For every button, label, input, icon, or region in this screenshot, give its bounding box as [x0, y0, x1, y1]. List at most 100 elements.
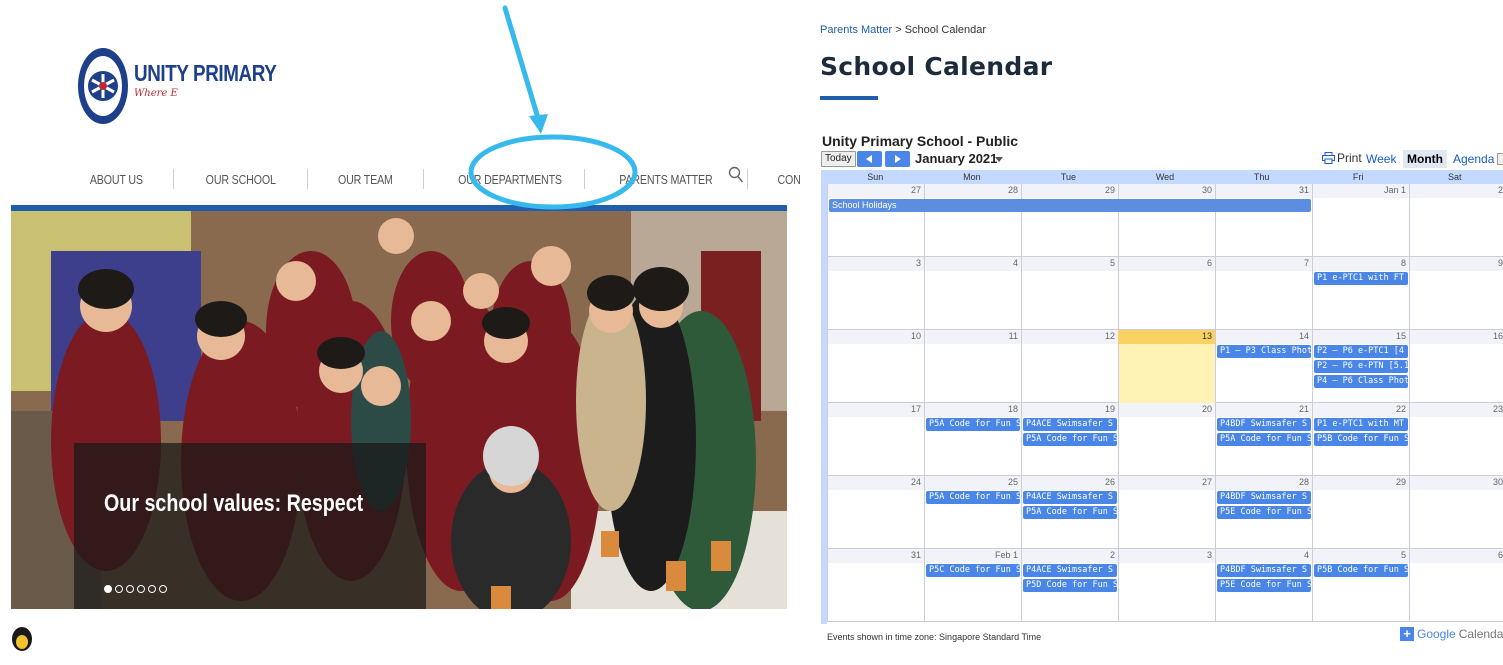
- breadcrumb-separator: >: [892, 24, 905, 36]
- prev-month-button[interactable]: [857, 151, 882, 167]
- day-number[interactable]: 28: [924, 185, 1021, 195]
- day-number[interactable]: 22: [1312, 404, 1409, 414]
- calendar-event[interactable]: P5A Code for Fun S: [1023, 433, 1117, 446]
- tab-week[interactable]: Week: [1362, 150, 1400, 168]
- calendar-event[interactable]: P5B Code for Fun S: [1314, 564, 1408, 577]
- day-number[interactable]: 16: [1409, 331, 1503, 341]
- day-number[interactable]: 6: [1118, 258, 1215, 268]
- school-calendar-panel: Parents Matter > School Calendar School …: [800, 0, 1503, 665]
- day-number[interactable]: 25: [924, 477, 1021, 487]
- day-number[interactable]: 5: [1312, 550, 1409, 560]
- day-number[interactable]: 30: [1409, 477, 1503, 487]
- breadcrumb-parents-matter[interactable]: Parents Matter: [820, 24, 892, 36]
- day-number[interactable]: 9: [1409, 258, 1503, 268]
- carousel-dot[interactable]: [148, 585, 156, 593]
- day-number[interactable]: 14: [1215, 331, 1312, 341]
- calendar-event[interactable]: P5C Code for Fun S: [926, 564, 1020, 577]
- day-number[interactable]: 21: [1215, 404, 1312, 414]
- next-month-button[interactable]: [885, 151, 910, 167]
- calendar-event[interactable]: P4ACE Swimsafer S: [1023, 418, 1117, 431]
- plus-icon: +: [1400, 627, 1414, 641]
- calendar-event-holiday[interactable]: School Holidays: [829, 199, 1311, 212]
- day-number[interactable]: 8: [1312, 258, 1409, 268]
- calendar-event[interactable]: P5A Code for Fun S: [1217, 433, 1311, 446]
- day-number[interactable]: 3: [1118, 550, 1215, 560]
- carousel-dot[interactable]: [137, 585, 145, 593]
- day-number[interactable]: 23: [1409, 404, 1503, 414]
- weekday-thu: Thu: [1253, 172, 1270, 182]
- calendar-wordmark: Calendar: [1458, 627, 1503, 641]
- day-number[interactable]: 31: [827, 550, 924, 560]
- day-number[interactable]: 18: [924, 404, 1021, 414]
- google-calendar-button[interactable]: + Google Calendar: [1400, 627, 1503, 641]
- day-number[interactable]: 28: [1215, 477, 1312, 487]
- day-number[interactable]: 29: [1312, 477, 1409, 487]
- page-title: School Calendar: [820, 52, 1053, 81]
- calendar-event[interactable]: P1 e-PTC1 with MT: [1314, 418, 1408, 431]
- mascot-icon: [12, 627, 32, 651]
- calendar-event[interactable]: P4ACE Swimsafer S: [1023, 491, 1117, 504]
- calendar-event[interactable]: P5A Code for Fun S: [926, 418, 1020, 431]
- weekday-fri: Fri: [1352, 172, 1364, 182]
- print-button[interactable]: Print: [1322, 151, 1362, 165]
- calendar-event[interactable]: P5A Code for Fun S: [926, 491, 1020, 504]
- day-number[interactable]: 12: [1021, 331, 1118, 341]
- day-number[interactable]: 6: [1409, 550, 1503, 560]
- calendar-event[interactable]: P5E Code for Fun S: [1217, 506, 1311, 519]
- day-number[interactable]: 27: [1118, 477, 1215, 487]
- calendar-event[interactable]: P5A Code for Fun S: [1023, 506, 1117, 519]
- day-number[interactable]: 24: [827, 477, 924, 487]
- carousel-dot[interactable]: [159, 585, 167, 593]
- calendar-event[interactable]: P5B Code for Fun S: [1314, 433, 1408, 446]
- day-number[interactable]: 4: [924, 258, 1021, 268]
- day-number[interactable]: 19: [1021, 404, 1118, 414]
- current-month-label[interactable]: January 2021: [915, 151, 997, 166]
- day-number[interactable]: 30: [1118, 185, 1215, 195]
- day-number[interactable]: 10: [827, 331, 924, 341]
- calendar-event[interactable]: P4ACE Swimsafer S: [1023, 564, 1117, 577]
- calendar-event[interactable]: P4BDF Swimsafer S: [1217, 491, 1311, 504]
- day-number[interactable]: 5: [1021, 258, 1118, 268]
- calendar-week-row: 3456789: [827, 257, 1503, 330]
- day-number[interactable]: 29: [1021, 185, 1118, 195]
- calendar-event[interactable]: P4 – P6 Class Phot: [1314, 375, 1408, 388]
- title-underline: [820, 96, 878, 100]
- day-number[interactable]: 15: [1312, 331, 1409, 341]
- day-number[interactable]: 31: [1215, 185, 1312, 195]
- calendar-event[interactable]: P2 – P6 e-PTN [5.1: [1314, 360, 1408, 373]
- tab-month[interactable]: Month: [1403, 150, 1447, 168]
- calendar-weeks: 27 28 29 30 31 Jan 1 2 3 4 5 6 7 8 9 10 11 12 13 14 15 16 17 1…: [827, 184, 1503, 624]
- day-number[interactable]: Jan 1: [1312, 185, 1409, 195]
- calendar-event[interactable]: P4BDF Swimsafer S: [1217, 418, 1311, 431]
- day-number[interactable]: 2: [1409, 185, 1503, 195]
- today-button[interactable]: Today: [821, 151, 856, 167]
- day-number[interactable]: 4: [1215, 550, 1312, 560]
- calendar-event[interactable]: P4BDF Swimsafer S: [1217, 564, 1311, 577]
- chevron-right-icon: [895, 155, 901, 163]
- day-number[interactable]: 27: [827, 185, 924, 195]
- view-dropdown-button[interactable]: [1497, 153, 1503, 165]
- day-number[interactable]: 17: [827, 404, 924, 414]
- day-number[interactable]: 13: [1118, 330, 1215, 344]
- tab-agenda[interactable]: Agenda: [1449, 150, 1498, 168]
- google-wordmark: Google: [1417, 627, 1456, 641]
- chevron-down-icon[interactable]: [995, 157, 1003, 162]
- calendar-week-row: 24 25 26 27 28 29 30: [827, 476, 1503, 549]
- day-number[interactable]: Feb 1: [924, 550, 1021, 560]
- calendar-event[interactable]: P1 e-PTC1 with FT: [1314, 272, 1408, 285]
- carousel-dot[interactable]: [126, 585, 134, 593]
- calendar-toolbar: Today January 2021 Print Week Month Agen…: [821, 150, 1503, 169]
- calendar-event[interactable]: P1 – P3 Class Phot: [1217, 345, 1311, 358]
- day-number[interactable]: 26: [1021, 477, 1118, 487]
- day-number[interactable]: 3: [827, 258, 924, 268]
- carousel-indicators: [104, 585, 167, 593]
- day-number[interactable]: 20: [1118, 404, 1215, 414]
- day-number[interactable]: 2: [1021, 550, 1118, 560]
- calendar-event[interactable]: P5E Code for Fun S: [1217, 579, 1311, 592]
- calendar-event[interactable]: P5D Code for Fun S: [1023, 579, 1117, 592]
- carousel-dot[interactable]: [115, 585, 123, 593]
- calendar-event[interactable]: P2 – P6 e-PTC1 [4: [1314, 345, 1408, 358]
- carousel-dot[interactable]: [104, 585, 112, 593]
- day-number[interactable]: 7: [1215, 258, 1312, 268]
- day-number[interactable]: 11: [924, 331, 1021, 341]
